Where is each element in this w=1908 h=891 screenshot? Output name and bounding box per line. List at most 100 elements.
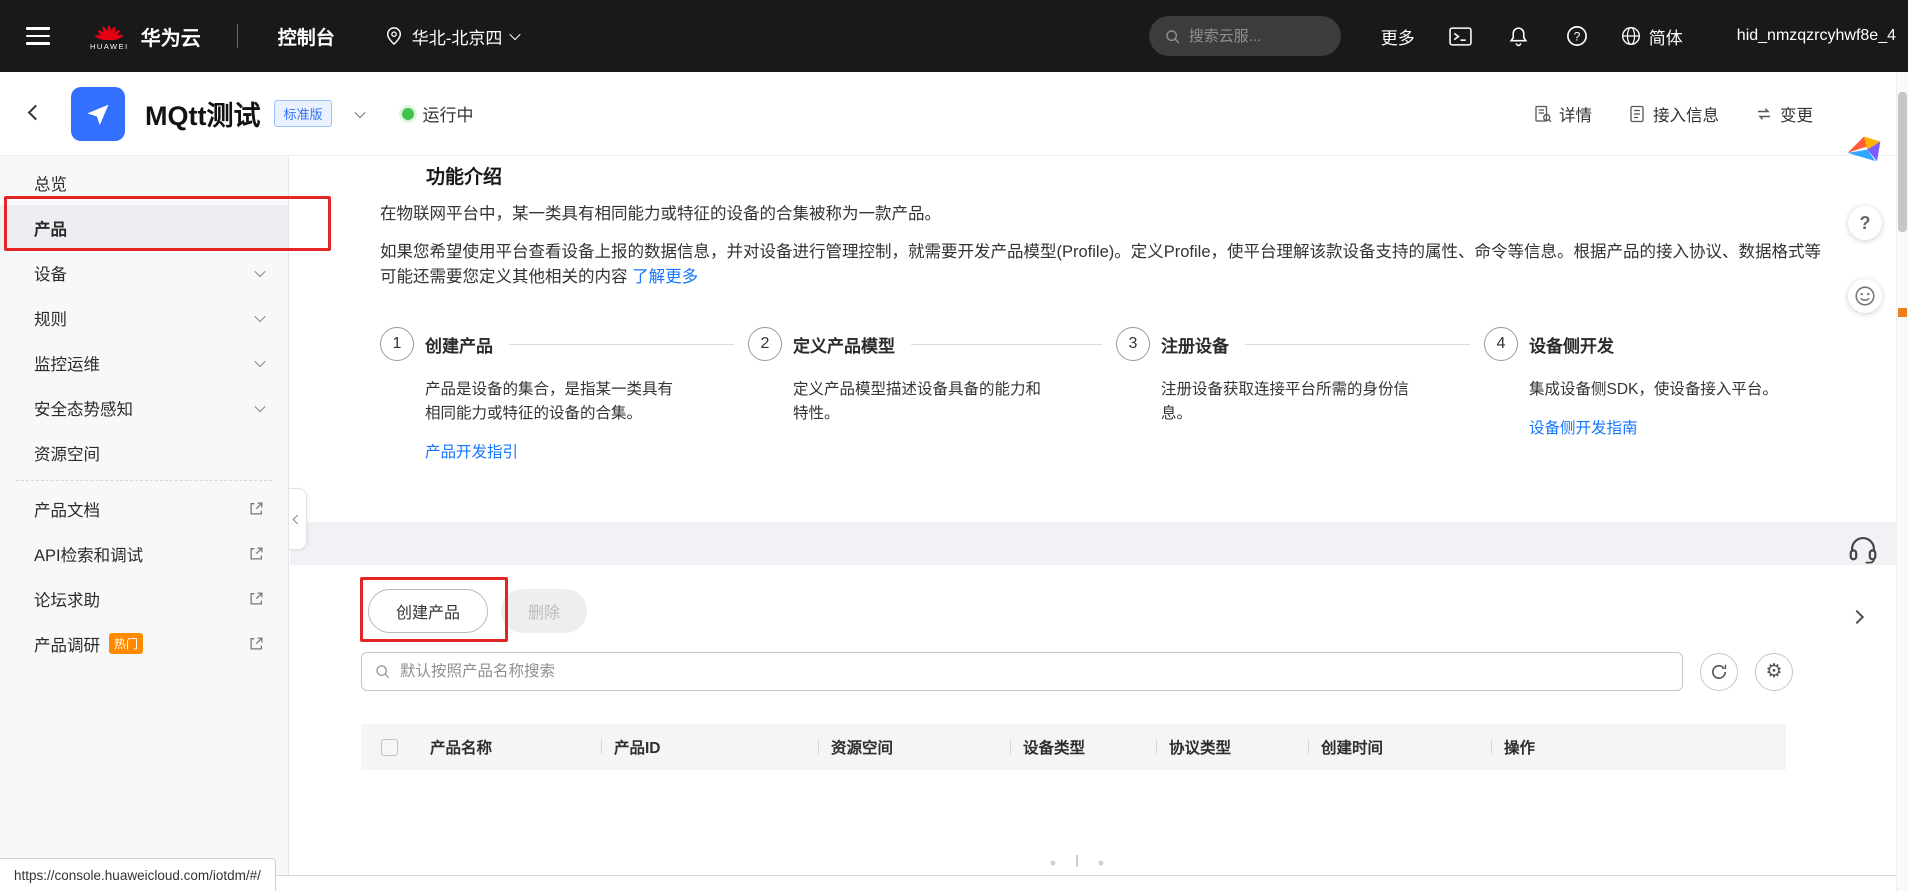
paper-plane-icon — [84, 100, 112, 128]
chevron-down-icon — [510, 29, 521, 40]
svg-text:?: ? — [1573, 29, 1580, 43]
external-link-icon — [249, 591, 264, 606]
sidebar-divider — [16, 480, 272, 481]
table-settings-button[interactable]: ⚙ — [1755, 653, 1793, 691]
hot-badge: 热门 — [109, 633, 143, 654]
sidebar-item-device[interactable]: 设备 — [0, 250, 288, 295]
sidebar-item-product-survey[interactable]: 产品调研 热门 — [0, 621, 288, 666]
column-resource-space: 资源空间 — [818, 724, 1010, 770]
device-dev-guide-link[interactable]: 设备侧开发指南 — [1529, 420, 1638, 437]
sidebar-item-product-docs[interactable]: 产品文档 — [0, 486, 288, 531]
sidebar: 总览 产品 设备 规则 监控运维 安全态势感知 资源空间 产品文档 — [0, 156, 289, 875]
status-label: 运行中 — [423, 101, 474, 126]
column-product-id: 产品ID — [601, 724, 818, 770]
change-label: 变更 — [1780, 102, 1813, 126]
select-all-checkbox[interactable] — [381, 739, 398, 756]
search-icon — [374, 663, 391, 680]
sidebar-item-rules[interactable]: 规则 — [0, 295, 288, 340]
global-search[interactable] — [1149, 16, 1341, 56]
product-table-header: 产品名称 产品ID 资源空间 设备类型 协议类型 创建时间 操作 — [361, 724, 1786, 770]
region-label: 华北-北京四 — [412, 24, 503, 49]
column-product-name: 产品名称 — [417, 724, 601, 770]
running-status-dot — [402, 108, 414, 120]
intro-paragraph-2: 如果您希望使用平台查看设备上报的数据信息，并对设备进行管理控制，就需要开发产品模… — [380, 240, 1830, 290]
step-define-model: 2 定义产品模型 定义产品模型描述设备具备的能力和特性。 — [748, 326, 1116, 462]
page-title: MQtt测试 — [145, 94, 260, 133]
product-search[interactable] — [361, 652, 1683, 691]
step-number: 3 — [1116, 327, 1150, 361]
instance-header: MQtt测试 标准版 运行中 详情 接入信息 — [0, 72, 1908, 156]
details-icon — [1534, 105, 1552, 123]
edition-badge: 标准版 — [274, 100, 331, 127]
step-create-product: 1 创建产品 产品是设备的集合，是指某一类具有相同能力或特征的设备的合集。 产品… — [380, 326, 748, 462]
intro-paragraph-1: 在物联网平台中，某一类具有相同能力或特征的设备的合集被称为一款产品。 — [380, 202, 1830, 227]
language-selector[interactable]: 简体 — [1621, 24, 1683, 49]
help-float-button[interactable]: ? — [1848, 206, 1882, 240]
brand-name[interactable]: 华为云 — [141, 22, 201, 51]
feedback-smiley-button[interactable] — [1848, 279, 1882, 313]
global-search-input[interactable] — [1189, 28, 1309, 45]
details-button[interactable]: 详情 — [1534, 102, 1592, 126]
region-selector[interactable]: 华北-北京四 — [385, 24, 520, 49]
create-product-button[interactable]: 创建产品 — [368, 589, 488, 633]
location-pin-icon — [385, 26, 403, 46]
huawei-logo[interactable]: HUAWEI — [90, 21, 129, 51]
page-scrollbar[interactable] — [1896, 72, 1908, 891]
function-intro-section: 功能介绍 在物联网平台中，某一类具有相同能力或特征的设备的合集被称为一款产品。 … — [290, 156, 1896, 522]
sidebar-item-monitoring[interactable]: 监控运维 — [0, 340, 288, 385]
intro-title: 功能介绍 — [426, 162, 1896, 189]
back-button[interactable] — [30, 105, 41, 123]
chevron-down-icon — [254, 400, 265, 411]
sidebar-item-resource-space[interactable]: 资源空间 — [0, 430, 288, 475]
refresh-button[interactable] — [1700, 653, 1738, 691]
instance-switch-chevron[interactable] — [356, 105, 364, 123]
product-list-section: 创建产品 删除 ⚙ 产品名称 — [290, 565, 1896, 875]
sidebar-item-forum-help[interactable]: 论坛求助 — [0, 576, 288, 621]
column-protocol-type: 协议类型 — [1156, 724, 1308, 770]
access-info-icon — [1628, 105, 1646, 123]
product-search-input[interactable] — [400, 663, 1670, 681]
sidebar-item-api-explorer[interactable]: API检索和调试 — [0, 531, 288, 576]
refresh-icon — [1710, 663, 1728, 681]
scrollbar-thumb[interactable] — [1898, 92, 1907, 232]
product-dev-guide-link[interactable]: 产品开发指引 — [425, 444, 518, 461]
external-link-icon — [249, 546, 264, 561]
notifications-bell-icon[interactable] — [1507, 24, 1531, 48]
hamburger-menu-icon[interactable] — [26, 27, 50, 45]
expand-panel-button[interactable] — [1852, 612, 1862, 622]
header-actions: 详情 接入信息 变更 — [1534, 102, 1813, 126]
learn-more-link[interactable]: 了解更多 — [632, 268, 698, 286]
column-operation: 操作 — [1491, 724, 1786, 770]
status-url-tooltip: https://console.huaweicloud.com/iotdm/#/ — [0, 858, 276, 891]
sidebar-item-overview[interactable]: 总览 — [0, 160, 288, 205]
console-link[interactable]: 控制台 — [278, 23, 335, 50]
language-label: 简体 — [1649, 24, 1683, 49]
account-id[interactable]: hid_nmzqzrcyhwf8e_4 — [1737, 27, 1896, 45]
assistant-mascot-icon[interactable] — [1844, 130, 1884, 166]
gear-icon: ⚙ — [1765, 660, 1782, 683]
sidebar-item-product[interactable]: 产品 — [0, 205, 288, 250]
step-register-device: 3 注册设备 注册设备获取连接平台所需的身份信息。 — [1116, 326, 1484, 462]
smiley-icon — [1854, 285, 1876, 307]
details-label: 详情 — [1559, 102, 1592, 126]
delete-button[interactable]: 删除 — [501, 589, 587, 633]
cloudshell-icon[interactable] — [1449, 24, 1473, 48]
globe-icon — [1621, 26, 1641, 46]
top-navbar: HUAWEI 华为云 控制台 华北-北京四 更多 — [0, 0, 1908, 72]
nav-more-link[interactable]: 更多 — [1381, 24, 1415, 49]
sidebar-collapse-button[interactable] — [289, 488, 307, 550]
help-icon[interactable]: ? — [1565, 24, 1589, 48]
access-info-label: 接入信息 — [1653, 102, 1719, 126]
sidebar-item-security[interactable]: 安全态势感知 — [0, 385, 288, 430]
huawei-cloud-console: HUAWEI 华为云 控制台 华北-北京四 更多 — [0, 0, 1908, 891]
change-button[interactable]: 变更 — [1755, 102, 1813, 126]
empty-state-glyph — [1047, 851, 1107, 874]
access-info-button[interactable]: 接入信息 — [1628, 102, 1719, 126]
product-steps: 1 创建产品 产品是设备的集合，是指某一类具有相同能力或特征的设备的合集。 产品… — [380, 326, 1860, 462]
huawei-wordmark: HUAWEI — [90, 42, 129, 51]
support-headset-button[interactable] — [1846, 534, 1880, 564]
step-device-dev: 4 设备侧开发 集成设备侧SDK，使设备接入平台。 设备侧开发指南 — [1484, 326, 1852, 462]
huawei-flower-icon — [93, 21, 125, 41]
headset-icon — [1846, 534, 1880, 564]
column-create-time: 创建时间 — [1308, 724, 1491, 770]
